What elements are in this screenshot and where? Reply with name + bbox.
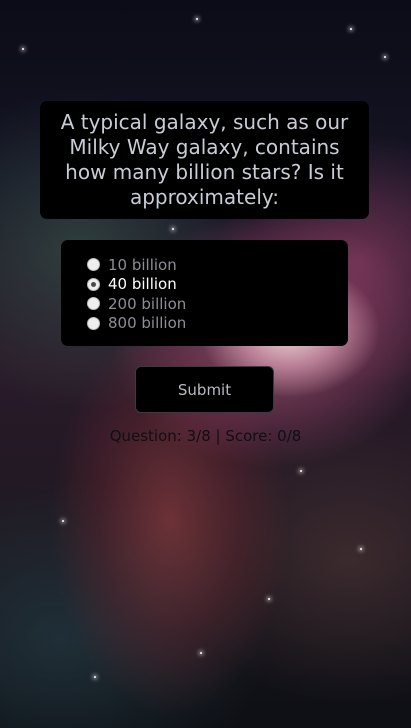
answer-option-label: 800 billion: [108, 314, 187, 333]
answer-option-40-billion[interactable]: 40 billion: [87, 275, 348, 295]
submit-button[interactable]: Submit: [135, 366, 274, 413]
progress-score-status: Question: 3/8 | Score: 0/8: [109, 427, 302, 445]
answer-option-label: 200 billion: [108, 294, 187, 313]
question-text: A typical galaxy, such as our Milky Way …: [60, 110, 349, 209]
question-card: A typical galaxy, such as our Milky Way …: [40, 101, 369, 219]
answer-option-10-billion[interactable]: 10 billion: [87, 255, 348, 275]
answer-options: 10 billion 40 billion 200 billion 800 bi…: [61, 240, 348, 346]
radio-button-checked[interactable]: [87, 277, 100, 291]
radio-button[interactable]: [87, 297, 100, 311]
radio-button[interactable]: [87, 316, 100, 330]
answer-option-200-billion[interactable]: 200 billion: [87, 294, 348, 314]
answer-option-label: 10 billion: [108, 255, 177, 274]
radio-button[interactable]: [87, 258, 100, 272]
answer-option-800-billion[interactable]: 800 billion: [87, 314, 348, 334]
answer-option-label: 40 billion: [108, 275, 177, 294]
